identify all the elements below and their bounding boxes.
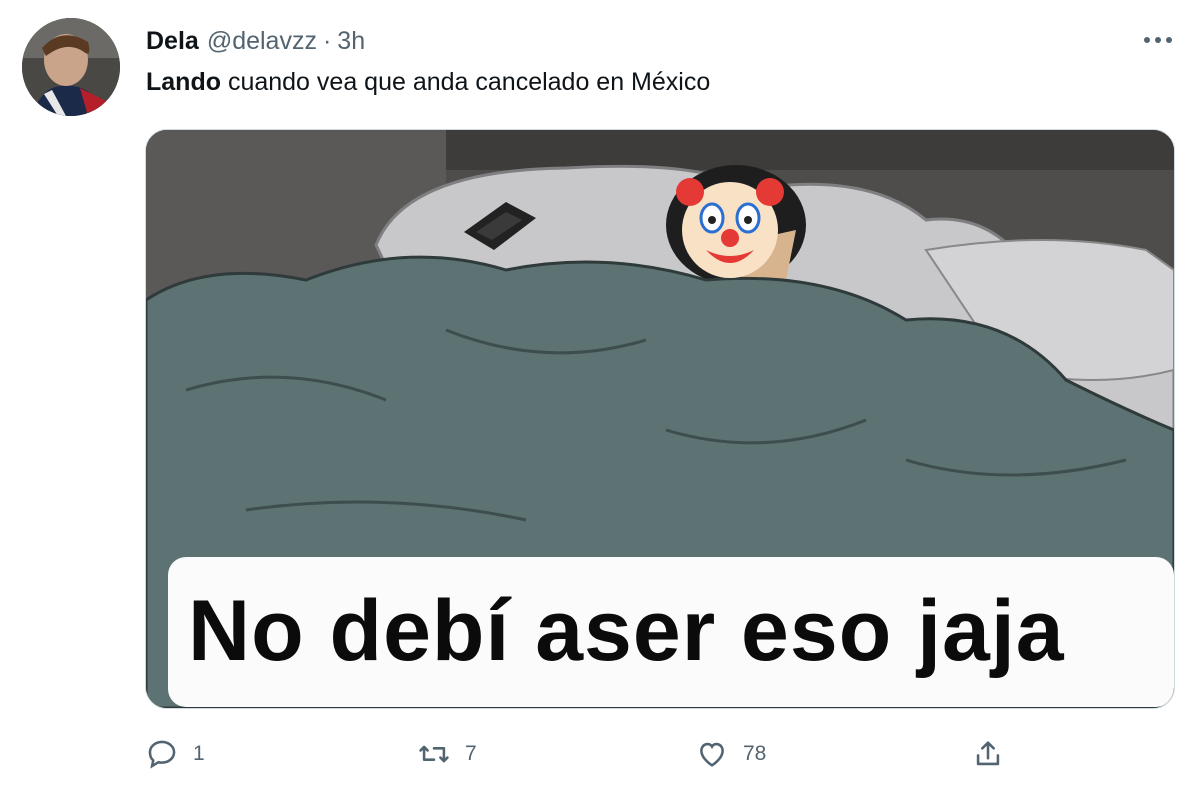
tweet-header: Dela @delavzz · 3h xyxy=(146,24,365,58)
tweet-text: Lando cuando vea que anda cancelado en M… xyxy=(146,68,710,97)
more-icon xyxy=(1144,37,1172,43)
reply-button[interactable]: 1 xyxy=(145,730,205,778)
tweet-time[interactable]: 3h xyxy=(337,27,365,56)
avatar[interactable] xyxy=(22,18,120,116)
action-bar: 1 7 78 xyxy=(145,730,1175,778)
tweet-media[interactable]: No debí aser eso jaja xyxy=(145,129,1175,709)
meme-caption: No debí aser eso jaja xyxy=(188,583,1065,679)
tweet-text-body: cuando vea que anda cancelado en México xyxy=(221,68,711,96)
like-count: 78 xyxy=(743,742,767,765)
reply-count: 1 xyxy=(193,742,205,765)
like-button[interactable]: 78 xyxy=(695,730,766,778)
like-icon xyxy=(700,742,724,767)
share-button[interactable] xyxy=(971,730,1005,778)
author-name[interactable]: Dela xyxy=(146,27,199,56)
retweet-count: 7 xyxy=(465,742,477,765)
retweet-button[interactable]: 7 xyxy=(417,730,477,778)
tweet-text-mention: Lando xyxy=(146,68,221,96)
author-handle[interactable]: @delavzz xyxy=(207,27,317,56)
share-icon xyxy=(976,741,1000,766)
avatar-image xyxy=(22,18,120,116)
reply-icon xyxy=(148,740,176,769)
separator-dot: · xyxy=(322,26,332,55)
more-options-button[interactable] xyxy=(1140,26,1176,54)
retweet-icon xyxy=(419,745,449,763)
